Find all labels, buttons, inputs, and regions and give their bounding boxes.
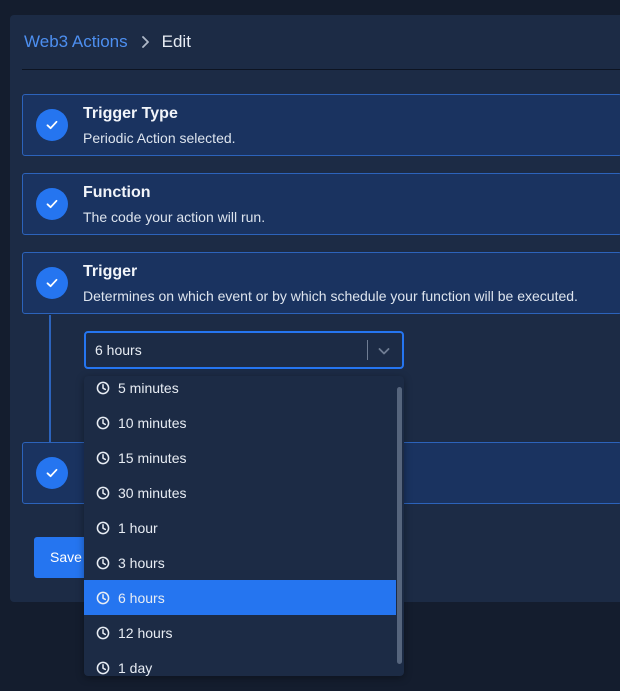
- dropdown-option[interactable]: 5 minutes: [84, 376, 396, 405]
- dropdown-option[interactable]: 3 hours: [84, 545, 396, 580]
- dropdown-option-label: 1 hour: [118, 519, 158, 536]
- step-trigger[interactable]: Trigger Determines on which event or by …: [22, 252, 620, 314]
- step-title: Trigger: [83, 263, 138, 280]
- clock-icon: [96, 591, 110, 605]
- dropdown-option-label: 30 minutes: [118, 484, 187, 501]
- breadcrumb-web3-actions-link[interactable]: Web3 Actions: [24, 32, 128, 52]
- step-function[interactable]: Function The code your action will run.: [22, 173, 620, 235]
- dropdown-option-label: 15 minutes: [118, 449, 187, 466]
- select-value: 6 hours: [95, 342, 142, 358]
- clock-icon: [96, 556, 110, 570]
- dropdown-option-label: 5 minutes: [118, 379, 179, 396]
- header-divider: [22, 69, 620, 70]
- step-title: Function: [83, 184, 151, 201]
- dropdown-option[interactable]: 15 minutes: [84, 440, 396, 475]
- dropdown-option[interactable]: 6 hours: [84, 580, 396, 615]
- dropdown-option[interactable]: 1 hour: [84, 510, 396, 545]
- dropdown-scrollbar[interactable]: [397, 387, 402, 664]
- clock-icon: [96, 381, 110, 395]
- clock-icon: [96, 521, 110, 535]
- clock-icon: [96, 486, 110, 500]
- dropdown-option[interactable]: 1 day: [84, 650, 396, 676]
- step-description: Determines on which event or by which sc…: [83, 288, 578, 304]
- checkmark-icon: [36, 457, 68, 489]
- chevron-right-icon: [141, 36, 150, 48]
- step-trigger-type[interactable]: Trigger Type Periodic Action selected.: [22, 94, 620, 156]
- dropdown-option-label: 10 minutes: [118, 414, 187, 431]
- step-title: Trigger Type: [83, 105, 178, 122]
- chevron-down-icon[interactable]: [376, 343, 392, 359]
- checkmark-icon: [36, 109, 68, 141]
- checkmark-icon: [36, 188, 68, 220]
- step-description: The code your action will run.: [83, 209, 266, 225]
- dropdown-option-label: 12 hours: [118, 624, 173, 641]
- step-description: Periodic Action selected.: [83, 130, 236, 146]
- select-separator: [367, 340, 368, 360]
- breadcrumb: Web3 Actions Edit: [24, 31, 191, 53]
- breadcrumb-current: Edit: [161, 32, 191, 51]
- clock-icon: [96, 661, 110, 675]
- dropdown-option[interactable]: 12 hours: [84, 615, 396, 650]
- dropdown-option-label: 1 day: [118, 659, 153, 676]
- dropdown-option-label: 6 hours: [118, 589, 165, 606]
- interval-dropdown-menu[interactable]: 5 minutes 10 minutes 15 minutes 30 minutes 1…: [84, 376, 404, 676]
- clock-icon: [96, 416, 110, 430]
- trigger-interval-select[interactable]: 6 hours: [84, 331, 404, 369]
- dropdown-option[interactable]: 10 minutes: [84, 405, 396, 440]
- clock-icon: [96, 451, 110, 465]
- checkmark-icon: [36, 267, 68, 299]
- dropdown-option[interactable]: 30 minutes: [84, 475, 396, 510]
- dropdown-option-label: 3 hours: [118, 554, 165, 571]
- step-connector-line: [49, 315, 51, 443]
- clock-icon: [96, 626, 110, 640]
